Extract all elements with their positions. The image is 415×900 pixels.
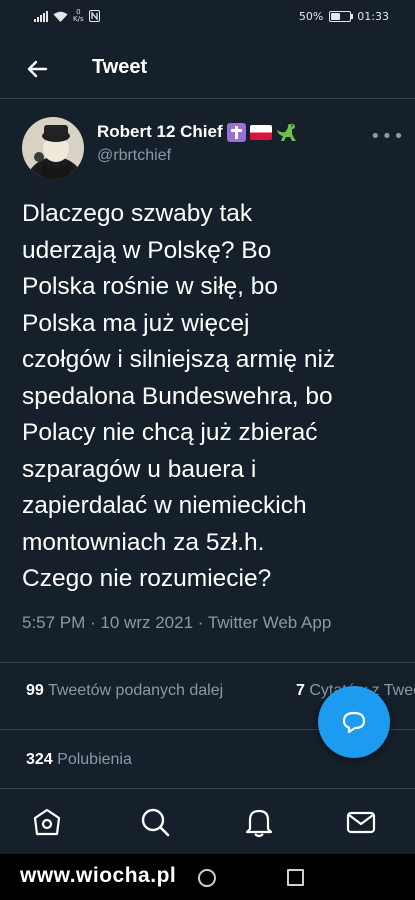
status-right: 50% 01:33 [299,10,389,23]
avatar-image [22,117,84,179]
author-name-row: Robert 12 Chief [97,122,298,142]
retweets-stat[interactable]: 99 Tweetów podanych dalej [26,682,223,700]
quotes-count: 7 [296,682,305,699]
avatar[interactable] [22,117,84,179]
header-divider [0,98,415,99]
bottom-tab-bar [0,788,415,855]
dinosaur-emoji-icon [276,123,296,141]
watermark-text: www.wiocha.pl [20,864,177,887]
wifi-icon [53,11,68,22]
retweets-label: Tweetów podanych dalej [47,682,224,699]
author-block[interactable]: Robert 12 Chief @rbrtchief [97,122,298,165]
page-title: Tweet [92,56,148,78]
likes-label: Polubienia [57,751,132,768]
notifications-icon[interactable] [242,805,276,839]
messages-icon[interactable] [344,805,378,839]
speech-bubble-icon [342,711,366,734]
author-handle: @rbrtchief [97,147,172,164]
compose-reply-button[interactable] [318,686,390,758]
likes-count: 324 [26,751,53,768]
clock: 01:33 [357,10,389,23]
back-arrow-icon[interactable] [22,54,52,84]
home-icon[interactable] [30,805,64,839]
system-nav-bar: www.wiocha.pl [0,854,415,900]
cross-emoji-icon [226,122,246,142]
signal-icon [34,10,48,22]
nfc-icon [88,10,100,22]
meta-divider [0,662,415,663]
author-name: Robert 12 Chief [97,122,223,141]
more-options-icon[interactable]: ••• [370,126,405,147]
network-speed: 0 K/s [73,9,84,23]
battery-percent: 50% [298,10,324,23]
battery-fill [331,13,341,20]
status-bar: 0 K/s 50% 01:33 [0,0,415,36]
likes-stat[interactable]: 324 Polubienia [26,751,132,769]
app-header: Tweet [0,40,415,96]
status-left: 0 K/s [34,9,100,23]
tweet-text: Dlaczego szwaby tak uderzają w Polskę? B… [22,200,336,592]
home-nav-icon[interactable] [198,869,216,887]
poland-flag-icon [249,124,272,140]
network-speed-unit: K/s [73,15,84,23]
search-icon[interactable] [138,805,172,839]
recents-nav-icon[interactable] [287,869,304,886]
battery-icon [329,11,354,22]
tweet-meta[interactable]: 5:57 PM · 10 wrz 2021 · Twitter Web App [22,613,331,633]
retweets-count: 99 [26,682,44,699]
